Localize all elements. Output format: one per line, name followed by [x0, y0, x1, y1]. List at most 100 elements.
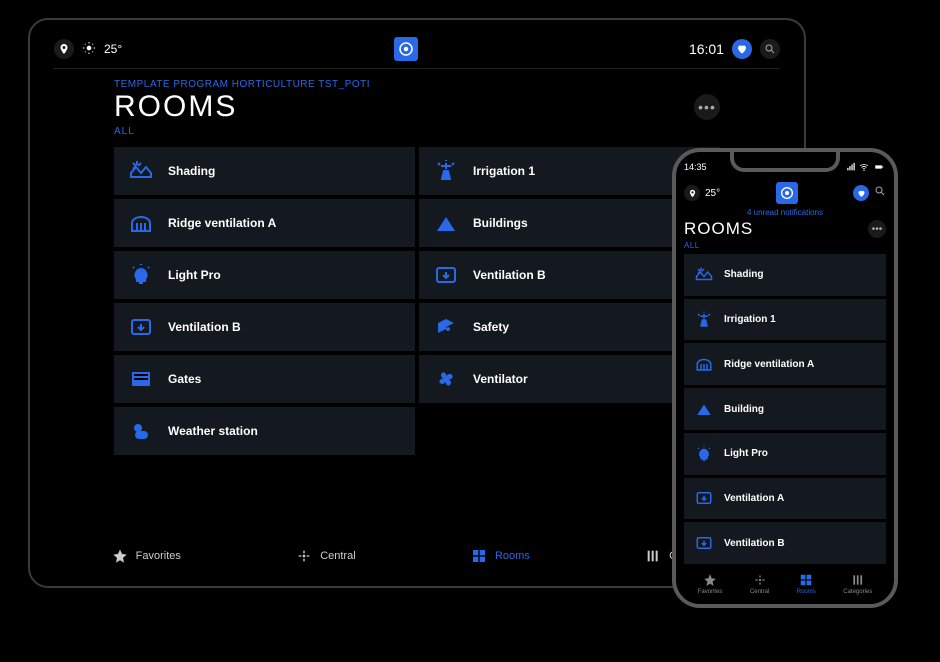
- rooms-grid: Shading Irrigation 1 Ridge ventilation A Bu…: [114, 147, 720, 455]
- room-label: Ventilation A: [724, 493, 784, 504]
- phone-bottom-nav: Favorites Central Rooms Categories: [684, 564, 886, 604]
- heart-icon[interactable]: [732, 39, 752, 59]
- ridge-icon: [128, 210, 154, 236]
- shading-icon: [694, 265, 714, 285]
- nav-central[interactable]: Central: [296, 548, 355, 564]
- room-label: Irrigation 1: [724, 314, 776, 325]
- room-card[interactable]: Ridge ventilation A: [684, 343, 886, 385]
- nav-label: Central: [750, 589, 769, 595]
- star-icon: [703, 573, 717, 587]
- central-icon: [753, 573, 767, 587]
- more-button[interactable]: •••: [868, 220, 886, 238]
- categories-icon: [645, 548, 661, 564]
- star-icon: [112, 548, 128, 564]
- more-button[interactable]: •••: [694, 94, 720, 120]
- ridge-icon: [694, 354, 714, 374]
- nav-rooms[interactable]: Rooms: [797, 573, 816, 595]
- battery-icon: [872, 162, 886, 172]
- temperature: 25°: [104, 42, 122, 56]
- phone-frame: 14:35 25° 4 unread notifications ROOMS •…: [672, 148, 898, 608]
- shading-icon: [128, 158, 154, 184]
- room-card[interactable]: Ridge ventilation A: [114, 199, 415, 247]
- room-card[interactable]: Gates: [114, 355, 415, 403]
- room-label: Ventilator: [473, 372, 528, 386]
- rooms-list: Shading Irrigation 1 Ridge ventilation A Bu…: [684, 254, 886, 564]
- safety-icon: [433, 314, 459, 340]
- nav-rooms[interactable]: Rooms: [471, 548, 530, 564]
- ventbox-icon: [694, 488, 714, 508]
- room-card[interactable]: Weather station: [114, 407, 415, 455]
- nav-label: Central: [320, 550, 355, 562]
- nav-categories[interactable]: Categories: [843, 573, 872, 595]
- room-card[interactable]: Ventilation A: [684, 478, 886, 520]
- phone-notch: [730, 152, 840, 172]
- room-card[interactable]: Irrigation 1: [684, 299, 886, 341]
- irrigation-icon: [694, 310, 714, 330]
- room-label: Building: [724, 404, 764, 415]
- room-label: Ridge ventilation A: [724, 359, 814, 370]
- notification-banner[interactable]: 4 unread notifications: [684, 208, 886, 217]
- room-card[interactable]: Building: [684, 388, 886, 430]
- nav-favorites[interactable]: Favorites: [112, 548, 181, 564]
- tablet-statusbar: 25° 16:01: [54, 34, 780, 64]
- divider: [54, 68, 780, 69]
- room-label: Gates: [168, 372, 201, 386]
- weather-icon: [128, 418, 154, 444]
- room-label: Shading: [168, 164, 215, 178]
- room-label: Weather station: [168, 424, 258, 438]
- central-icon: [296, 548, 312, 564]
- search-icon[interactable]: [874, 184, 886, 202]
- nav-central[interactable]: Central: [750, 573, 769, 595]
- wifi-icon: [859, 162, 869, 172]
- nav-label: Favorites: [136, 550, 181, 562]
- signal-icon: [846, 162, 856, 172]
- rooms-icon: [471, 548, 487, 564]
- room-card[interactable]: Shading: [114, 147, 415, 195]
- page-title: ROOMS: [114, 90, 237, 124]
- sun-icon: [82, 41, 96, 58]
- phone-temperature: 25°: [705, 188, 720, 199]
- heart-icon[interactable]: [853, 185, 869, 201]
- phone-time: 14:35: [684, 162, 707, 172]
- room-label: Light Pro: [724, 448, 768, 459]
- room-label: Shading: [724, 269, 763, 280]
- search-icon[interactable]: [760, 39, 780, 59]
- irrigation-icon: [433, 158, 459, 184]
- categories-icon: [851, 573, 865, 587]
- room-label: Light Pro: [168, 268, 221, 282]
- nav-label: Categories: [843, 589, 872, 595]
- nav-label: Rooms: [797, 589, 816, 595]
- room-label: Ridge ventilation A: [168, 216, 276, 230]
- location-icon[interactable]: [54, 39, 74, 59]
- page-title: ROOMS: [684, 219, 753, 239]
- phone-header: 25°: [684, 182, 886, 204]
- room-label: Buildings: [473, 216, 528, 230]
- ventbox-icon: [433, 262, 459, 288]
- filter-all[interactable]: ALL: [684, 241, 886, 250]
- ventbox-icon: [128, 314, 154, 340]
- rooms-icon: [799, 573, 813, 587]
- clock: 16:01: [689, 41, 724, 57]
- brand-logo[interactable]: [776, 182, 798, 204]
- room-card[interactable]: Ventilation B: [684, 522, 886, 564]
- room-card[interactable]: Light Pro: [684, 433, 886, 475]
- location-icon[interactable]: [684, 185, 700, 201]
- room-label: Ventilation B: [473, 268, 546, 282]
- buildings-icon: [433, 210, 459, 236]
- room-card[interactable]: Ventilation B: [114, 303, 415, 351]
- nav-favorites[interactable]: Favorites: [698, 573, 723, 595]
- room-card[interactable]: Light Pro: [114, 251, 415, 299]
- room-label: Irrigation 1: [473, 164, 535, 178]
- room-label: Ventilation B: [168, 320, 241, 334]
- light-icon: [694, 444, 714, 464]
- room-card[interactable]: Shading: [684, 254, 886, 296]
- nav-label: Rooms: [495, 550, 530, 562]
- buildings-icon: [694, 399, 714, 419]
- gates-icon: [128, 366, 154, 392]
- room-label: Ventilation B: [724, 538, 785, 549]
- filter-all[interactable]: ALL: [114, 126, 780, 137]
- breadcrumb[interactable]: TEMPLATE PROGRAM HORTICULTURE TST_POTI: [114, 79, 780, 90]
- brand-logo[interactable]: [394, 37, 418, 61]
- light-icon: [128, 262, 154, 288]
- fan-icon: [433, 366, 459, 392]
